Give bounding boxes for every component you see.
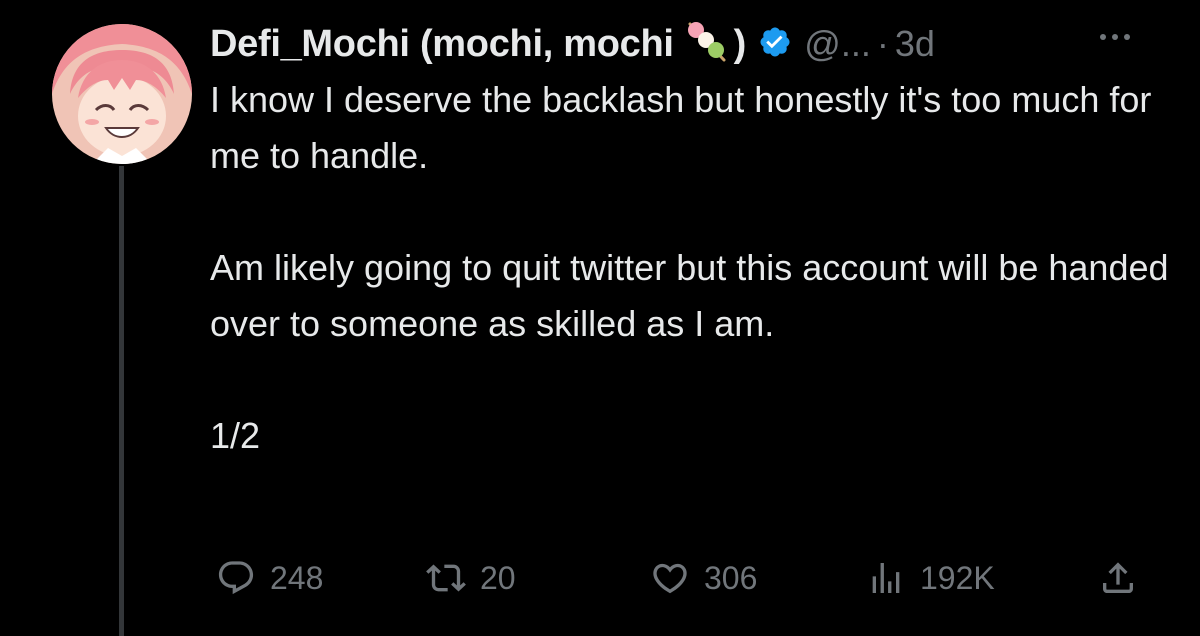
avatar[interactable] [52, 24, 192, 164]
views-icon [866, 558, 906, 598]
author-display-name[interactable]: Defi_Mochi (mochi, mochi [210, 23, 674, 66]
repost-button[interactable]: 20 [426, 556, 516, 600]
reply-icon [216, 558, 256, 598]
more-dot [1100, 34, 1106, 40]
reply-count: 248 [270, 559, 324, 596]
tweet-header: Defi_Mochi (mochi, mochi ) @... · 3d [210, 16, 935, 72]
like-icon [650, 558, 690, 598]
separator-dot: · [876, 23, 889, 64]
author-display-name-suffix: ) [733, 22, 747, 65]
more-icon[interactable] [1100, 34, 1130, 40]
tweet-paragraph: I know I deserve the backlash but honest… [210, 79, 1152, 176]
tweet-text: I know I deserve the backlash but honest… [210, 72, 1170, 464]
share-button[interactable] [1098, 556, 1138, 600]
author-handle[interactable]: @... [804, 23, 871, 65]
like-count: 306 [704, 559, 758, 596]
repost-count: 20 [480, 559, 516, 596]
timestamp[interactable]: 3d [895, 23, 935, 65]
repost-icon [426, 558, 466, 598]
dango-icon [682, 18, 730, 71]
reply-button[interactable]: 248 [216, 556, 323, 600]
avatar-image [52, 24, 192, 164]
more-dot [1124, 34, 1130, 40]
more-dot [1112, 34, 1118, 40]
share-icon [1098, 558, 1138, 598]
like-button[interactable]: 306 [650, 556, 757, 600]
views-button[interactable]: 192K [866, 556, 995, 600]
tweet-paragraph: Am likely going to quit twitter but this… [210, 247, 1169, 344]
tweet-paragraph: 1/2 [210, 415, 261, 456]
action-bar: 248 20 306 192K [0, 556, 1200, 600]
verified-badge-icon[interactable] [758, 25, 792, 64]
views-count: 192K [920, 559, 995, 596]
